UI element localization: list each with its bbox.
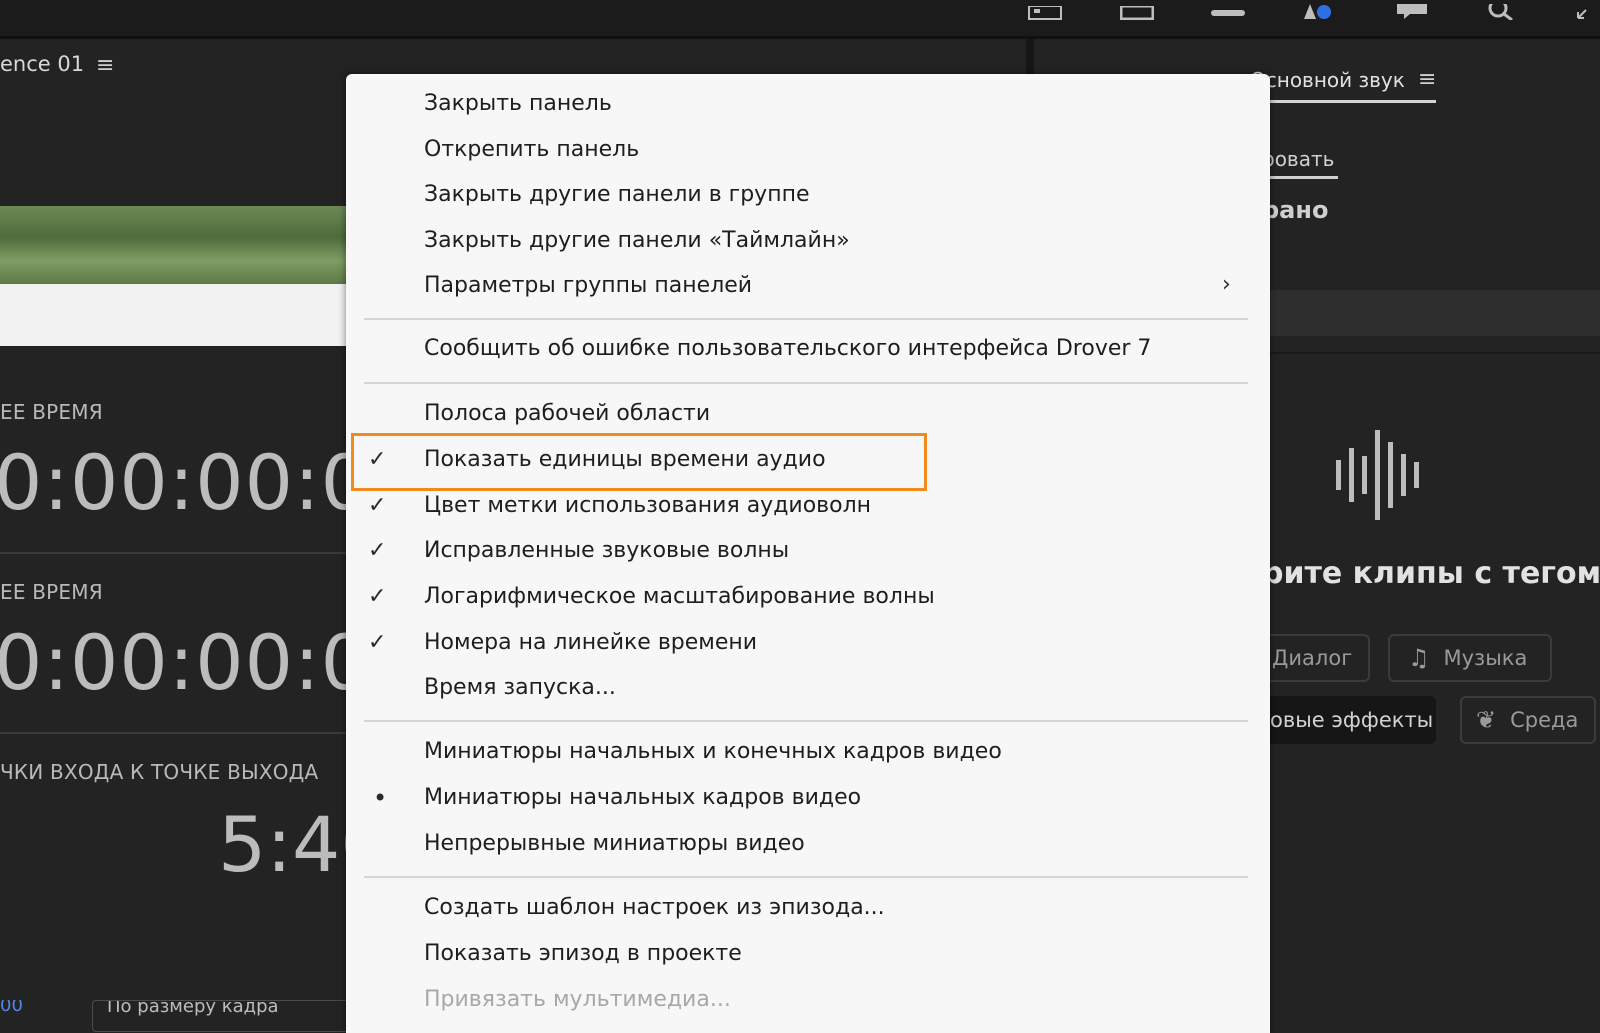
- waveform-icon: [1336, 430, 1419, 520]
- checkmark-icon: ✓: [368, 493, 387, 518]
- menu-item-continuous-thumbnails[interactable]: Непрерывные миниатюры видео: [424, 830, 805, 858]
- menu-item-head-tail-thumbnails[interactable]: Миниатюры начальных и конечных кадров ви…: [424, 738, 1002, 766]
- expand-icon[interactable]: [1576, 0, 1598, 20]
- menu-separator: [364, 720, 1248, 722]
- tag-ambience-label: Среда: [1510, 708, 1579, 732]
- tab-edit[interactable]: ровать: [1262, 147, 1334, 171]
- tag-music-button[interactable]: ♫ Музыка: [1388, 634, 1552, 682]
- chevron-right-icon: ›: [1222, 272, 1231, 297]
- search-icon[interactable]: [1486, 0, 1520, 20]
- menu-item-report-ui-bug[interactable]: Сообщить об ошибке пользовательского инт…: [424, 335, 1151, 363]
- in-out-duration-label: ЧКИ ВХОДА К ТОЧКЕ ВЫХОДА: [0, 760, 319, 784]
- subtab-underline: [1262, 176, 1338, 179]
- video-preview: [0, 206, 360, 284]
- menu-item-rectified-waveforms[interactable]: Исправленные звуковые волны: [424, 537, 789, 565]
- menu-item-time-ruler-numbers[interactable]: Номера на линейке времени: [424, 629, 757, 657]
- tag-sfx-label: овые эффекты: [1270, 708, 1434, 732]
- menu-item-close-other-in-group[interactable]: Закрыть другие панели в группе: [424, 181, 810, 209]
- tag-music-label: Музыка: [1443, 646, 1528, 670]
- menu-item-undock-panel[interactable]: Открепить панель: [424, 136, 639, 164]
- tag-dialog-label: Диалог: [1272, 646, 1353, 670]
- menu-item-link-media: Привязать мультимедиа...: [424, 987, 731, 1012]
- menu-item-panel-group-settings[interactable]: Параметры группы панелей: [424, 272, 752, 300]
- checkmark-icon: ✓: [368, 538, 387, 563]
- panel-layout-icon[interactable]: [1028, 0, 1062, 20]
- leaf-icon: ❦: [1476, 706, 1497, 734]
- current-time-label: ЕЕ ВРЕМЯ: [0, 400, 103, 424]
- fullscreen-icon[interactable]: [1120, 0, 1154, 20]
- menu-item-start-time[interactable]: Время запуска...: [424, 674, 616, 702]
- divider: [0, 732, 360, 734]
- zoom-value[interactable]: 00: [0, 1000, 23, 1020]
- menu-item-show-audio-time-units[interactable]: Показать единицы времени аудио: [424, 446, 826, 474]
- panel-menu-icon[interactable]: ≡: [1418, 67, 1436, 92]
- checkmark-icon: ✓: [368, 630, 387, 655]
- checkmark-icon: ✓: [368, 447, 387, 472]
- divider: [0, 552, 360, 554]
- comments-icon[interactable]: [1396, 0, 1428, 20]
- fit-dropdown[interactable]: По размеру кадра: [92, 1000, 358, 1032]
- bullet-icon: •: [373, 784, 388, 812]
- top-app-bar: [0, 0, 1600, 39]
- menu-item-audio-waveform-label-color[interactable]: Цвет метки использования аудиоволн: [424, 492, 871, 520]
- menu-item-head-thumbnails[interactable]: Миниатюры начальных кадров видео: [424, 784, 861, 812]
- notifications-icon[interactable]: [1302, 0, 1338, 20]
- menu-separator: [364, 318, 1248, 320]
- tag-ambience-button[interactable]: ❦ Среда: [1460, 696, 1596, 744]
- selection-state: рано: [1262, 196, 1329, 224]
- menu-item-work-area-bar[interactable]: Полоса рабочей области: [424, 400, 710, 428]
- music-note-icon: ♫: [1408, 644, 1430, 672]
- menu-separator: [364, 382, 1248, 384]
- menu-item-close-other-timelines[interactable]: Закрыть другие панели «Таймлайн»: [424, 227, 850, 255]
- menu-item-log-waveform-scaling[interactable]: Логарифмическое масштабирование волны: [424, 583, 935, 611]
- tab-essential-sound[interactable]: Основной звук: [1250, 68, 1405, 92]
- progress-icon[interactable]: [1210, 0, 1246, 20]
- menu-item-reveal-sequence-in-project[interactable]: Показать эпизод в проекте: [424, 940, 742, 968]
- current-time-label: ЕЕ ВРЕМЯ: [0, 580, 103, 604]
- sequence-title[interactable]: ence 01: [0, 52, 84, 76]
- divider: [1260, 352, 1600, 354]
- panel-menu-icon[interactable]: ≡: [96, 53, 114, 78]
- video-preview-bar: [0, 284, 360, 346]
- tag-prompt: рите клипы с тегом:: [1262, 556, 1600, 591]
- checkmark-icon: ✓: [368, 584, 387, 609]
- preset-bar[interactable]: [1260, 290, 1600, 336]
- menu-separator: [364, 876, 1248, 878]
- menu-item-create-preset-from-sequence[interactable]: Создать шаблон настроек из эпизода...: [424, 894, 885, 922]
- menu-item-close-panel[interactable]: Закрыть панель: [424, 90, 612, 118]
